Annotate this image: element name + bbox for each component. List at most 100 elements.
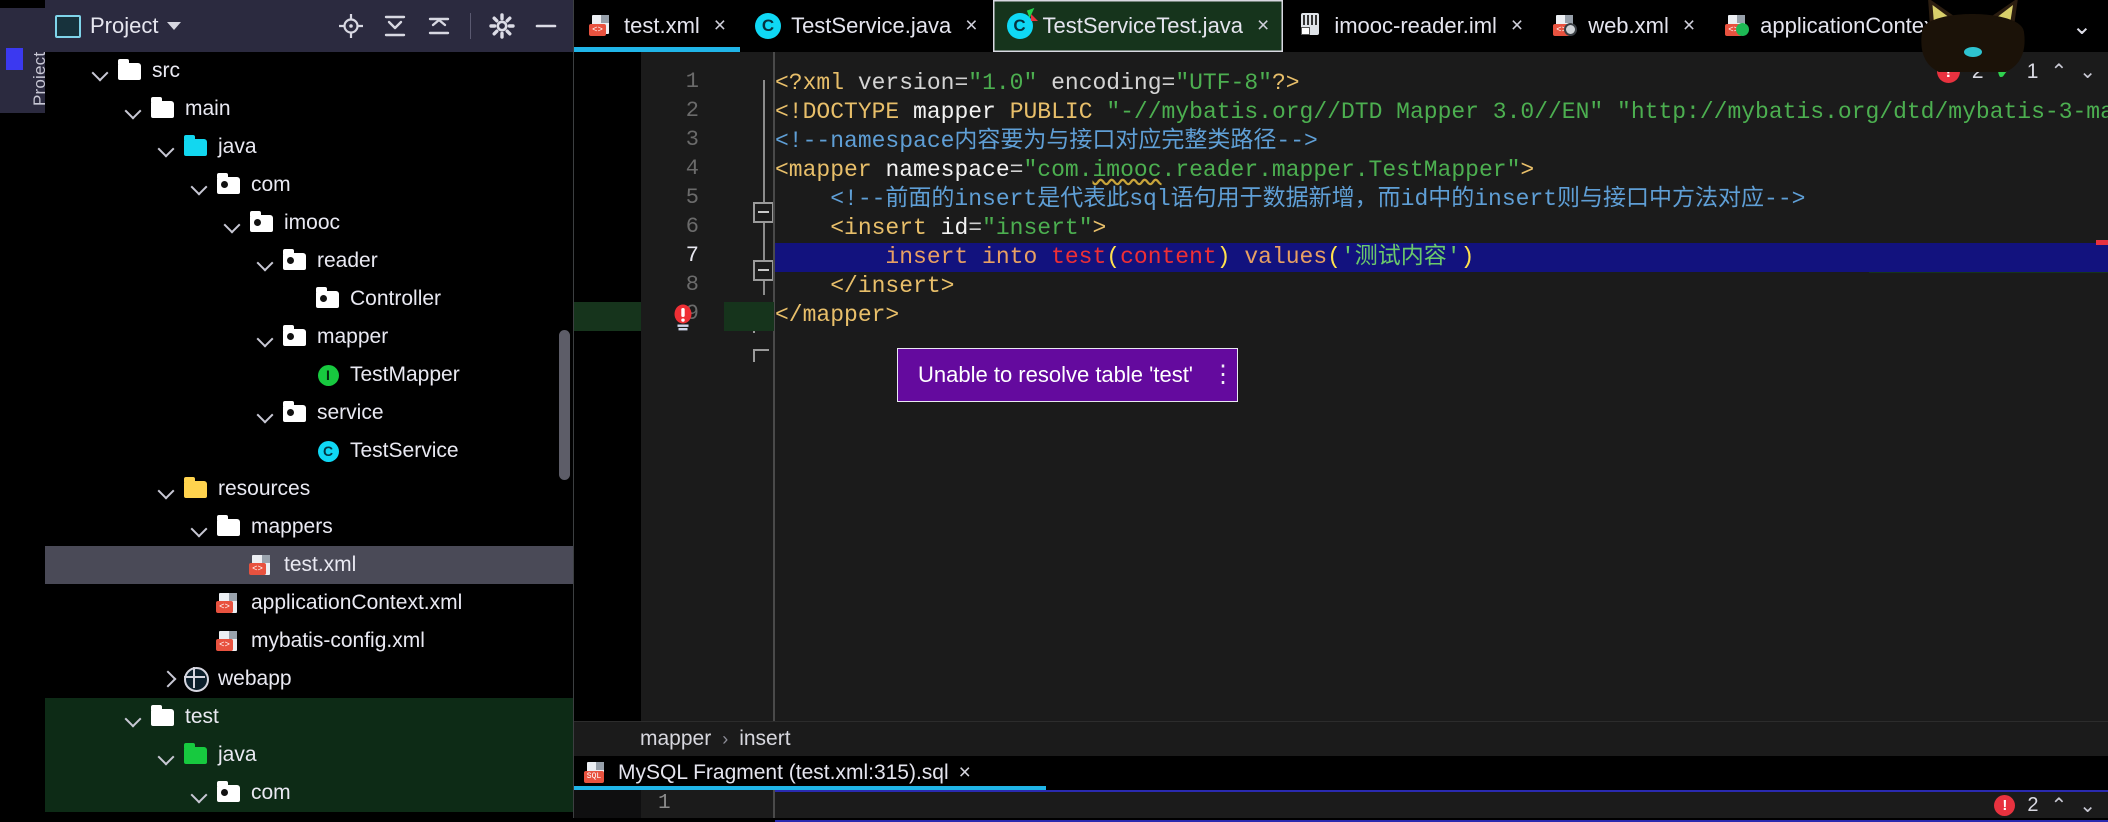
line-number: 2: [685, 98, 699, 123]
fragment-tab-row[interactable]: SQL MySQL Fragment (test.xml:315).sql ×: [574, 756, 2108, 790]
fold-end-mapper[interactable]: [753, 347, 774, 368]
tree-item-controller[interactable]: Controller: [45, 280, 573, 318]
code-line[interactable]: <?xml version="1.0" encoding="UTF-8"?>: [775, 69, 2108, 98]
gear-icon[interactable]: [489, 13, 515, 39]
stripe-marker-error[interactable]: [2096, 240, 2108, 245]
tree-item-java[interactable]: java: [45, 128, 573, 166]
editor-tab-close-icon[interactable]: ×: [714, 14, 726, 38]
editor-gutter[interactable]: 123456789: [641, 52, 775, 722]
code-line[interactable]: <!--前面的insert是代表此sql语句用于数据新增，而id中的insert…: [775, 185, 2108, 214]
inspection-widget[interactable]: ! 2 ✔ 1 ⌃ ⌄: [1936, 58, 2096, 85]
chevron-down-icon[interactable]: [167, 22, 182, 30]
code-editor[interactable]: 123456789 <?xml version="1.0" encoding="…: [574, 52, 2108, 818]
editor-tab-test-xml[interactable]: <> test.xml ×: [574, 0, 742, 52]
breadcrumb-item-mapper[interactable]: mapper: [640, 727, 711, 751]
editor-tab-testservicetest-java[interactable]: C TestServiceTest.java ×: [992, 0, 1285, 52]
folder-package-icon: [282, 325, 308, 348]
tree-item-main[interactable]: main: [45, 90, 573, 128]
project-panel: Project src main java com imooc reader C…: [45, 0, 574, 818]
chevron-down-icon[interactable]: [255, 326, 277, 348]
collapse-all-icon[interactable]: [382, 13, 408, 39]
chevron-down-icon[interactable]: [255, 402, 277, 424]
tree-item-mybatis-config-xml[interactable]: <> mybatis-config.xml: [45, 622, 573, 660]
editor-tab-imooc-reader-iml[interactable]: imooc-reader.iml ×: [1284, 0, 1539, 52]
editor-tab-overflow-icon[interactable]: ⌄: [2056, 0, 2108, 52]
tooltip-more-icon[interactable]: ⋮: [1211, 363, 1235, 387]
editor-tab-applicationcontext-xml[interactable]: <> applicationContext.xml ×: [1710, 0, 2023, 52]
chevron-down-icon[interactable]: [156, 478, 178, 500]
breadcrumb[interactable]: mapper › insert: [574, 721, 2108, 756]
error-bulb-icon[interactable]: [670, 304, 696, 337]
locate-icon[interactable]: [338, 13, 364, 39]
next-problem-icon[interactable]: ⌄: [2079, 59, 2096, 84]
tree-item-testmapper[interactable]: I TestMapper: [45, 356, 573, 394]
xml-file-icon: <>: [249, 554, 275, 576]
editor-tab-close-icon[interactable]: ×: [1995, 14, 2007, 38]
tree-item-imooc[interactable]: imooc: [45, 204, 573, 242]
previous-problem-icon[interactable]: ⌃: [2050, 59, 2067, 84]
editor-tab-testservice-java[interactable]: C TestService.java ×: [741, 0, 993, 52]
tree-item-reader[interactable]: reader: [45, 242, 573, 280]
java-test-icon: C: [1006, 7, 1038, 39]
hide-panel-icon[interactable]: [533, 13, 559, 39]
chevron-down-icon[interactable]: [90, 60, 112, 82]
chevron-down-icon[interactable]: [255, 250, 277, 272]
code-line[interactable]: insert into test(content) values('测试内容'): [775, 243, 2108, 272]
tree-item-resources[interactable]: resources: [45, 470, 573, 508]
tree-item-webapp[interactable]: webapp: [45, 660, 573, 698]
chevron-right-icon[interactable]: [156, 668, 178, 690]
project-title-group[interactable]: Project: [55, 13, 182, 39]
chevron-down-icon[interactable]: [189, 516, 211, 538]
breadcrumb-item-insert[interactable]: insert: [739, 727, 790, 751]
tree-item-service[interactable]: service: [45, 394, 573, 432]
chevron-down-icon[interactable]: [123, 98, 145, 120]
expand-icon[interactable]: [426, 13, 452, 39]
fragment-next-problem-icon[interactable]: ⌄: [2079, 793, 2096, 818]
tree-item-applicationcontext-xml[interactable]: <> applicationContext.xml: [45, 584, 573, 622]
fragment-tab-close-icon[interactable]: ×: [959, 761, 971, 785]
code-line[interactable]: </insert>: [775, 272, 2108, 301]
editor-tab-web-xml[interactable]: <> web.xml ×: [1538, 0, 1711, 52]
tree-item-mappers[interactable]: mappers: [45, 508, 573, 546]
error-tooltip[interactable]: Unable to resolve table 'test' ⋮: [897, 348, 1238, 402]
fragment-inspection-widget[interactable]: ! 2 ⌃ ⌄: [1994, 793, 2096, 818]
tree-item-test-xml[interactable]: <> test.xml: [45, 546, 573, 584]
fold-marker-insert[interactable]: [753, 260, 774, 281]
tree-item-src[interactable]: src: [45, 52, 573, 90]
chevron-down-icon[interactable]: [222, 212, 244, 234]
class-icon: C: [315, 440, 341, 462]
line-number: 7: [685, 243, 699, 268]
editor-tab-close-icon[interactable]: ×: [965, 14, 977, 38]
chevron-down-icon[interactable]: [156, 744, 178, 766]
chevron-down-icon[interactable]: [156, 136, 178, 158]
code-line[interactable]: <!DOCTYPE mapper PUBLIC "-//mybatis.org/…: [775, 98, 2108, 127]
tree-item-com[interactable]: com: [45, 774, 573, 812]
editor-tab-close-icon[interactable]: ×: [1511, 14, 1523, 38]
error-stripe-gutter[interactable]: [2096, 52, 2108, 722]
line-number: 8: [685, 272, 699, 297]
tree-item-testservice[interactable]: C TestService: [45, 432, 573, 470]
chevron-down-icon[interactable]: [189, 782, 211, 804]
project-tree-scrollbar[interactable]: [559, 330, 570, 480]
chevron-down-icon[interactable]: [123, 706, 145, 728]
fold-marker-mapper[interactable]: [753, 202, 774, 223]
tree-item-mapper[interactable]: mapper: [45, 318, 573, 356]
error-tooltip-message: Unable to resolve table 'test': [918, 362, 1193, 387]
code-line[interactable]: <mapper namespace="com.imooc.reader.mapp…: [775, 156, 2108, 185]
code-line[interactable]: </mapper>: [775, 301, 2108, 330]
tree-item-com[interactable]: com: [45, 166, 573, 204]
editor-tab-close-icon[interactable]: ×: [1257, 14, 1269, 38]
chevron-down-icon[interactable]: [189, 174, 211, 196]
project-tree[interactable]: src main java com imooc reader Controller mappe…: [45, 52, 573, 818]
tree-item-test[interactable]: test: [45, 698, 573, 736]
folder-icon: [150, 97, 176, 120]
fragment-editor[interactable]: 1 ! 2 ⌃ ⌄: [574, 790, 2108, 822]
editor-tab-label: imooc-reader.iml: [1334, 13, 1497, 38]
fragment-previous-problem-icon[interactable]: ⌃: [2050, 793, 2067, 818]
header-divider: [470, 13, 471, 39]
folder-package-icon: [282, 401, 308, 424]
editor-tab-close-icon[interactable]: ×: [1683, 14, 1695, 38]
code-line[interactable]: <insert id="insert">: [775, 214, 2108, 243]
tree-item-java[interactable]: java: [45, 736, 573, 774]
code-line[interactable]: <!--namespace内容要为与接口对应完整类路径-->: [775, 127, 2108, 156]
